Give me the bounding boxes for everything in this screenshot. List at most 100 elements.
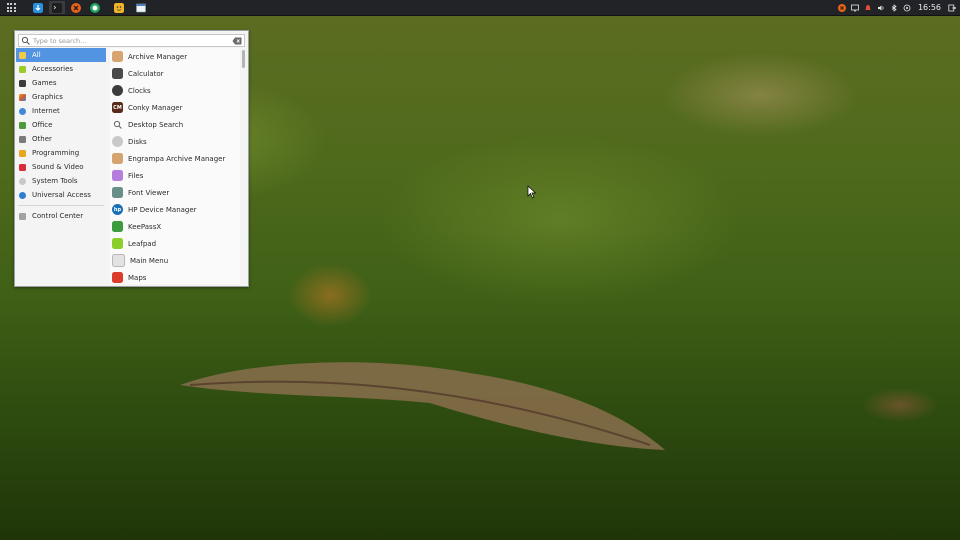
app-leafpad[interactable]: Leafpad (110, 235, 240, 252)
app-calculator[interactable]: Calculator (110, 65, 240, 82)
category-list: All Accessories Games Graphics Internet … (16, 48, 106, 223)
disk-icon (112, 136, 123, 147)
app-label: Disks (128, 137, 147, 146)
top-panel: 16:56 (0, 0, 960, 16)
app-clocks[interactable]: Clocks (110, 82, 240, 99)
category-games[interactable]: Games (16, 76, 106, 90)
category-label: Programming (32, 149, 80, 157)
xampp-icon (71, 2, 81, 13)
chat-bubble-icon (90, 2, 100, 13)
app-main-menu[interactable]: Main Menu (110, 252, 240, 269)
grid-icon (6, 3, 16, 12)
app-desktop-search[interactable]: Desktop Search (110, 116, 240, 133)
key-icon (112, 221, 123, 232)
category-sound-video[interactable]: Sound & Video (16, 160, 106, 174)
category-label: Other (32, 135, 52, 143)
clock[interactable]: 16:56 (918, 3, 941, 12)
app-keepassx[interactable]: KeePassX (110, 218, 240, 235)
category-universal-access[interactable]: Universal Access (16, 188, 106, 202)
category-all[interactable]: All (16, 48, 106, 62)
task-downloads[interactable] (30, 1, 46, 14)
notepad-icon (112, 238, 123, 249)
task-window[interactable] (133, 1, 149, 14)
gear-icon (19, 177, 26, 185)
leaf-in-grass (180, 362, 665, 450)
volume-icon[interactable] (877, 4, 885, 12)
archive-icon (112, 153, 123, 164)
category-system-tools[interactable]: System Tools (16, 174, 106, 188)
app-maps[interactable]: Maps (110, 269, 240, 284)
clock-icon (112, 85, 123, 96)
category-internet[interactable]: Internet (16, 104, 106, 118)
search-placeholder[interactable]: Type to search... (33, 37, 232, 45)
app-label: Clocks (128, 86, 151, 95)
system-tray: 16:56 (837, 0, 956, 15)
app-engrampa[interactable]: Engrampa Archive Manager (110, 150, 240, 167)
apps-menu-button[interactable] (4, 1, 18, 14)
font-icon (112, 187, 123, 198)
clear-search-icon[interactable] (232, 37, 242, 45)
power-icon[interactable] (948, 4, 956, 12)
category-office[interactable]: Office (16, 118, 106, 132)
code-icon (19, 149, 26, 157)
folder-icon (112, 170, 123, 181)
app-files[interactable]: Files (110, 167, 240, 184)
category-label: System Tools (32, 177, 78, 185)
app-archive-manager[interactable]: Archive Manager (110, 48, 240, 65)
task-xampp[interactable] (68, 1, 84, 14)
notification-icon[interactable] (864, 4, 872, 12)
app-list-scrollbar[interactable] (242, 48, 245, 284)
media-icon (19, 163, 26, 171)
control-center-icon (19, 212, 26, 220)
application-menu: Type to search... All Accessories Games … (14, 30, 249, 287)
palette-icon (19, 93, 26, 101)
app-label: Archive Manager (128, 52, 188, 61)
power-status-icon[interactable] (903, 4, 911, 12)
app-hp-device-manager[interactable]: hp HP Device Manager (110, 201, 240, 218)
accessories-icon (19, 65, 26, 73)
category-other[interactable]: Other (16, 132, 106, 146)
category-programming[interactable]: Programming (16, 146, 106, 160)
app-label: Files (128, 171, 144, 180)
category-accessories[interactable]: Accessories (16, 62, 106, 76)
app-label: Calculator (128, 69, 164, 78)
map-pin-icon (112, 272, 123, 283)
display-icon[interactable] (851, 4, 859, 12)
conky-icon: CM (112, 102, 123, 113)
menu-icon (112, 254, 125, 267)
app-font-viewer[interactable]: Font Viewer (110, 184, 240, 201)
task-emoji-app[interactable] (111, 1, 127, 14)
star-icon (19, 51, 26, 59)
app-label: Leafpad (128, 239, 157, 248)
task-terminal[interactable] (49, 1, 65, 14)
category-label: Sound & Video (32, 163, 84, 171)
office-icon (19, 121, 26, 129)
search-field[interactable]: Type to search... (18, 34, 245, 47)
category-graphics[interactable]: Graphics (16, 90, 106, 104)
category-label: All (32, 51, 41, 59)
app-label: Font Viewer (128, 188, 170, 197)
task-hangouts[interactable] (87, 1, 103, 14)
app-conky-manager[interactable]: CM Conky Manager (110, 99, 240, 116)
smiley-icon (114, 2, 124, 13)
search-icon (21, 36, 30, 45)
search-icon (112, 119, 123, 130)
app-label: Desktop Search (128, 120, 184, 129)
scrollbar-thumb[interactable] (242, 50, 245, 68)
bluetooth-icon[interactable] (890, 3, 898, 12)
app-disks[interactable]: Disks (110, 133, 240, 150)
app-label: Conky Manager (128, 103, 183, 112)
calculator-icon (112, 68, 123, 79)
category-label: Games (32, 79, 57, 87)
category-control-center[interactable]: Control Center (16, 209, 106, 223)
category-label: Graphics (32, 93, 63, 101)
category-label: Office (32, 121, 53, 129)
category-label: Internet (32, 107, 60, 115)
app-label: KeePassX (128, 222, 162, 231)
app-label: Main Menu (130, 256, 169, 265)
other-icon (19, 135, 26, 143)
mouse-cursor (527, 185, 537, 199)
application-list: Archive Manager Calculator Clocks CM Conk… (110, 48, 240, 284)
xampp-tray-icon[interactable] (837, 3, 846, 12)
category-divider (18, 205, 104, 206)
